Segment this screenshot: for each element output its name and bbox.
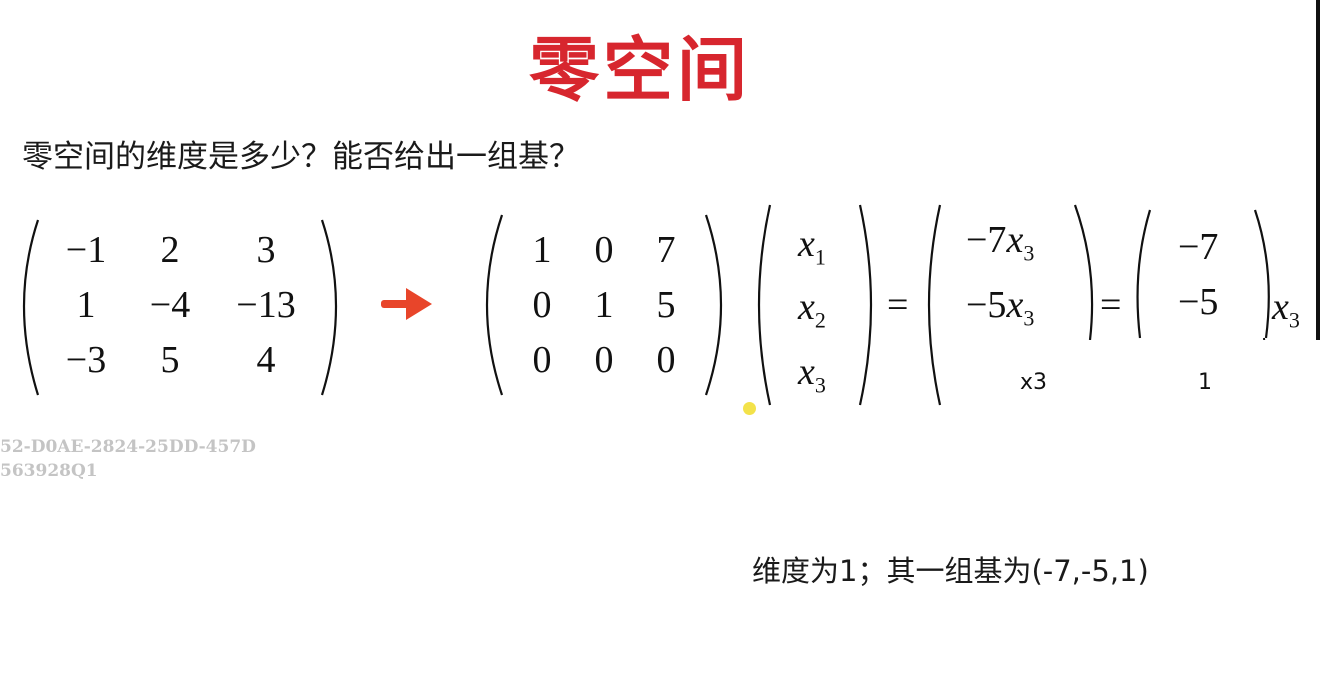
pointer-dot xyxy=(743,402,756,415)
matrix-a-cell: −1 xyxy=(65,229,107,271)
solution-entry: −7x3 xyxy=(966,219,1035,266)
matrix-a-cell: −3 xyxy=(65,339,107,381)
watermark-line: 563928Q1 xyxy=(0,461,98,481)
matrix-a-right-paren xyxy=(320,219,338,396)
basis-right-paren xyxy=(1253,209,1270,339)
scalar-x3: x3 xyxy=(1272,286,1300,333)
matrix-r-cell: 5 xyxy=(656,284,676,326)
vector-x-entry: x3 xyxy=(798,351,826,398)
vector-x-right-paren xyxy=(858,204,873,406)
solution-entry: −5x3 xyxy=(966,284,1035,331)
matrix-a-left-paren xyxy=(22,219,40,396)
matrix-r-cell: 7 xyxy=(656,229,676,271)
watermark: 52-D0AE-2824-25DD-457D 563928Q1 xyxy=(0,435,256,483)
vector-x-left-paren xyxy=(757,204,772,406)
matrix-r-cell: 0 xyxy=(656,339,676,381)
matrix-a-cell: 1 xyxy=(76,284,96,326)
matrix-a-cell: −13 xyxy=(236,284,296,326)
watermark-line: 52-D0AE-2824-25DD-457D xyxy=(0,437,256,457)
matrix-a-cell: 4 xyxy=(256,339,276,381)
matrix-a-cell: 2 xyxy=(160,229,180,271)
matrix-a-cell: 3 xyxy=(256,229,276,271)
handwritten-one: 1 xyxy=(1198,370,1212,395)
matrix-a-cell: −4 xyxy=(149,284,191,326)
basis-entry: −5 xyxy=(1178,281,1219,323)
solution-right-paren xyxy=(1073,204,1094,341)
vector-x-entry: x2 xyxy=(798,286,826,333)
matrix-r-right-paren xyxy=(704,214,723,396)
equals-sign: = xyxy=(887,284,909,326)
answer-text: 维度为1；其一组基为(-7,-5,1) xyxy=(752,554,1149,588)
matrix-r-left-paren xyxy=(485,214,504,396)
basis-left-paren xyxy=(1136,209,1152,339)
equals-sign: = xyxy=(1100,284,1122,326)
basis-entry: −7 xyxy=(1178,226,1219,268)
right-arrow-icon xyxy=(381,288,432,320)
solution-left-paren xyxy=(927,204,942,406)
matrix-a-cell: 5 xyxy=(160,339,180,381)
vector-x-entry: x1 xyxy=(798,223,826,270)
handwritten-x3: x3 xyxy=(1020,370,1048,395)
handwritten-area xyxy=(944,340,1316,440)
